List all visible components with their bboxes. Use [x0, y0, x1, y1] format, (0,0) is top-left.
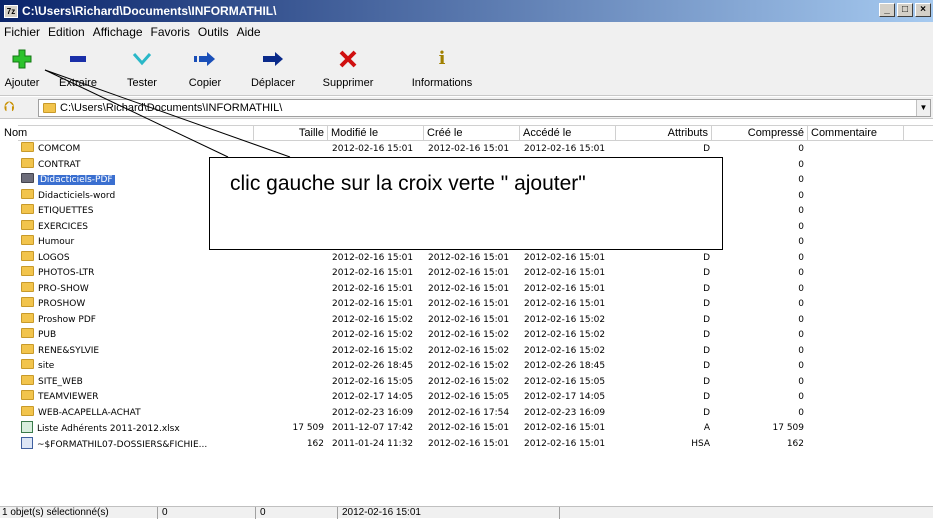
callout-pointer-line-lower	[44, 69, 229, 158]
status-size: 0	[160, 507, 256, 519]
callout-pointer-line-upper	[44, 69, 291, 158]
status-selection: 1 objet(s) sélectionné(s)	[0, 507, 158, 519]
callout-pointer	[44, 69, 291, 158]
status-bar: 1 objet(s) sélectionné(s) 0 0 2012-02-16…	[0, 506, 933, 519]
status-date: 2012-02-16 15:01	[340, 507, 560, 519]
status-packed: 0	[258, 507, 338, 519]
